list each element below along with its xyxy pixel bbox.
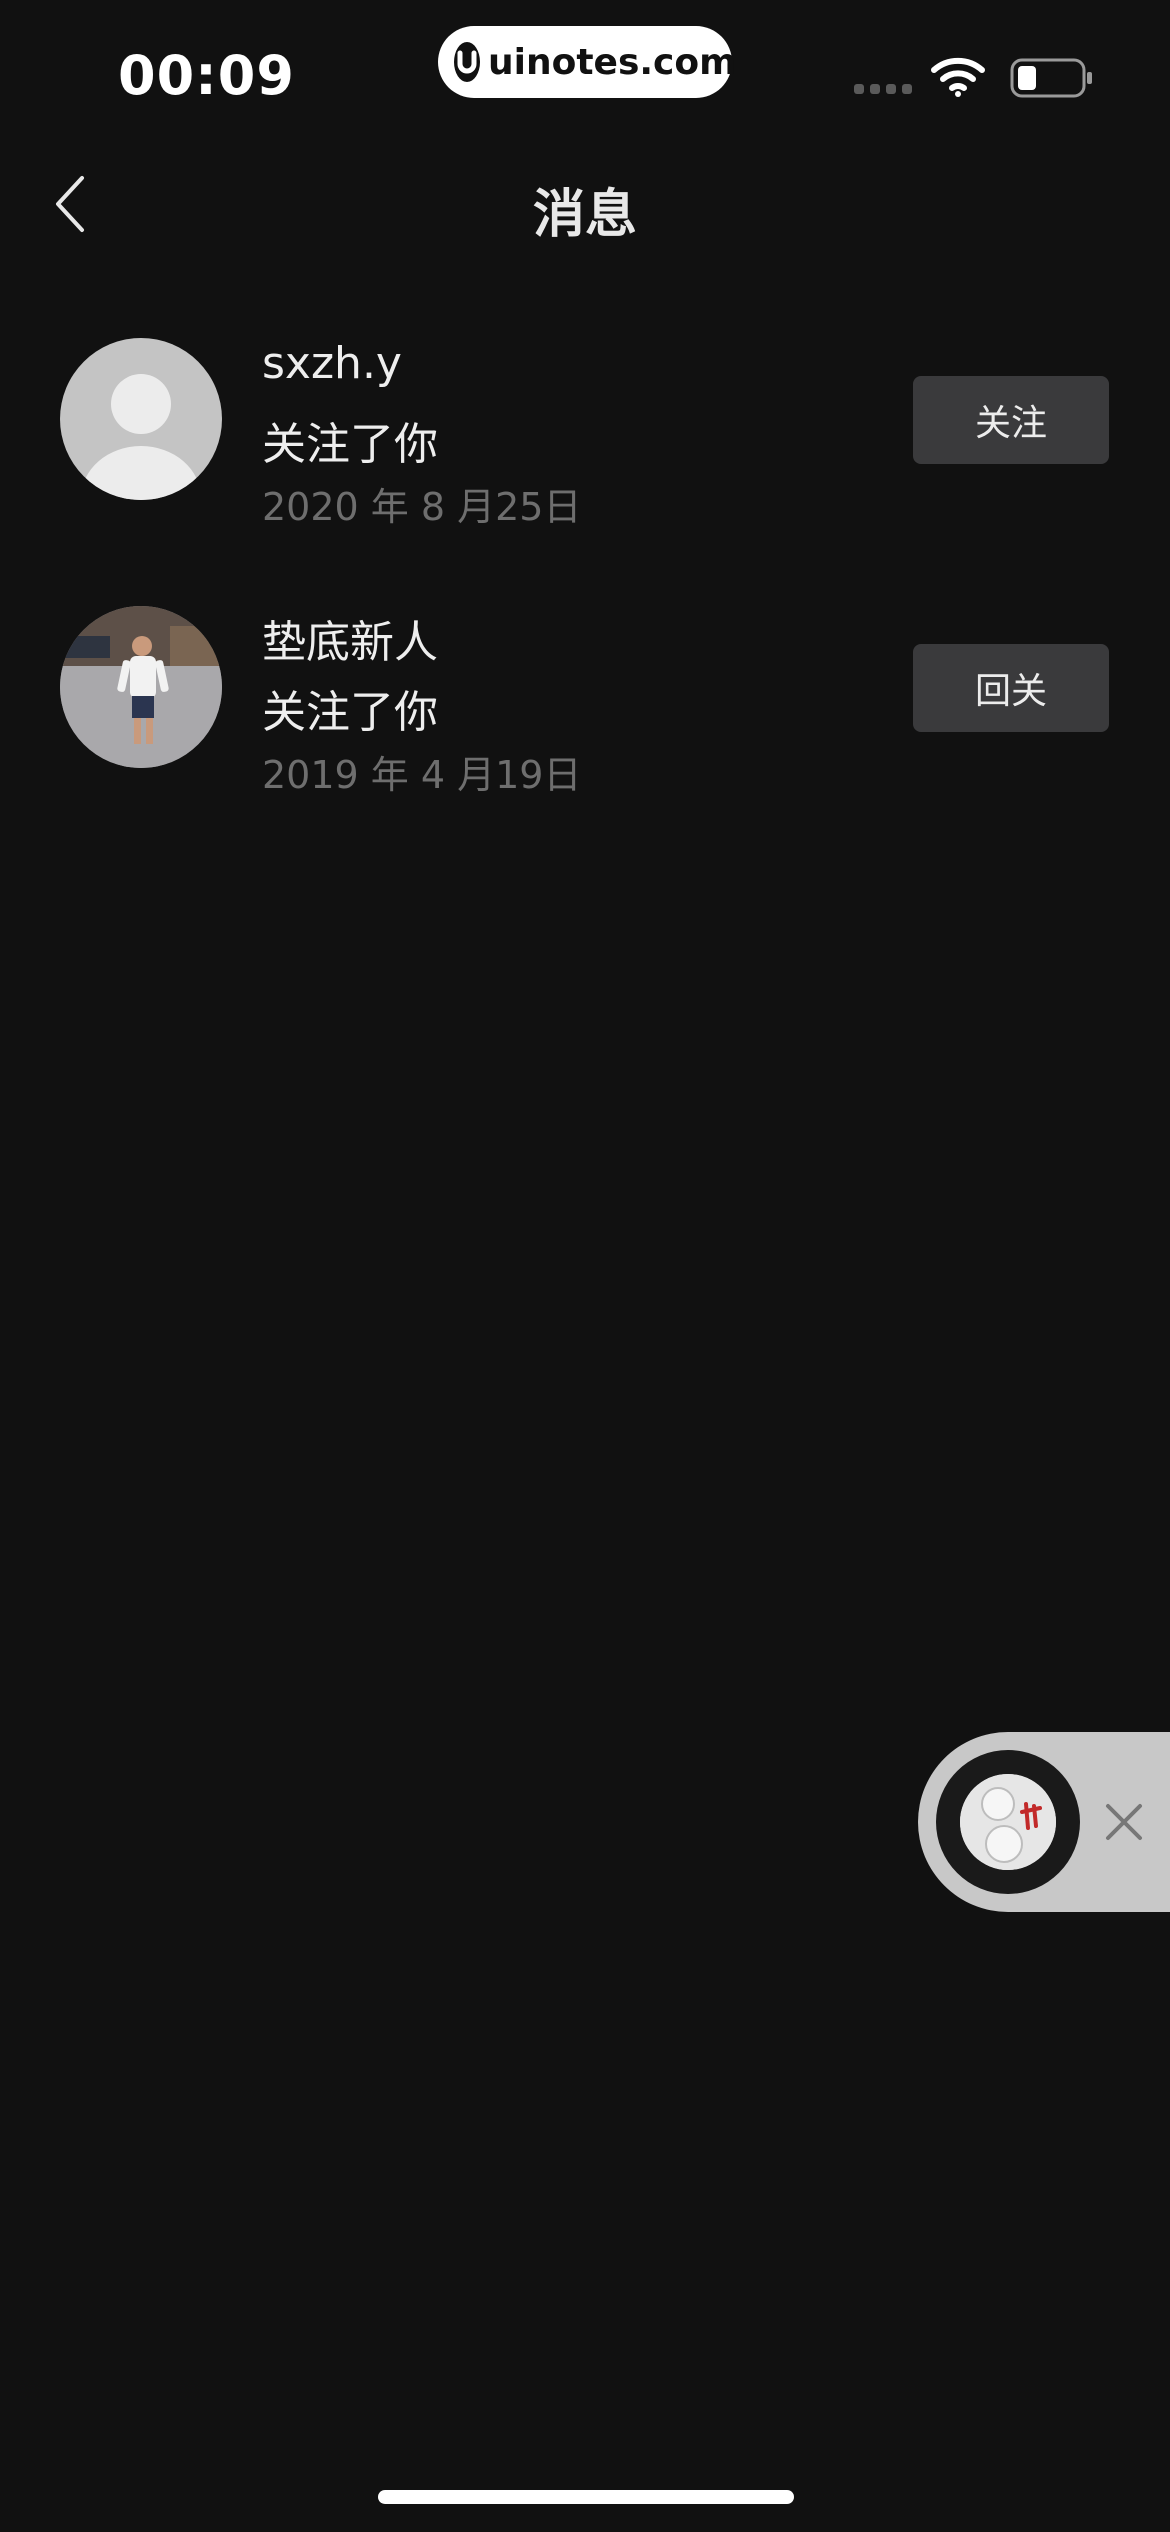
list-item[interactable]: sxzh.y 关注了你 2020 年 8 月25日 关注 xyxy=(0,338,1170,538)
floating-player[interactable] xyxy=(918,1732,1170,1912)
avatar[interactable] xyxy=(60,606,222,768)
notification-date: 2020 年 8 月25日 xyxy=(262,485,582,529)
follow-back-button[interactable]: 回关 xyxy=(913,644,1109,732)
avatar[interactable] xyxy=(60,338,222,500)
watermark-badge: uinotes.com xyxy=(438,26,737,98)
wifi-icon xyxy=(931,57,985,97)
watermark-logo-icon xyxy=(454,42,480,82)
home-indicator[interactable] xyxy=(378,2490,794,2504)
cellular-signal-icon xyxy=(854,84,912,94)
status-time: 00:09 xyxy=(118,44,295,107)
watermark-text: uinotes.com xyxy=(488,41,737,83)
user-name[interactable]: 垫底新人 xyxy=(262,606,438,670)
album-cover xyxy=(960,1774,1056,1870)
notification-date: 2019 年 4 月19日 xyxy=(262,753,582,797)
battery-icon xyxy=(1010,58,1092,98)
close-icon xyxy=(1106,1804,1142,1840)
follow-button[interactable]: 关注 xyxy=(913,376,1109,464)
list-item[interactable]: 垫底新人 关注了你 2019 年 4 月19日 回关 xyxy=(0,606,1170,806)
album-disc[interactable] xyxy=(936,1750,1080,1894)
user-name[interactable]: sxzh.y xyxy=(262,338,402,389)
page-title: 消息 xyxy=(532,185,637,245)
notification-message: 关注了你 xyxy=(262,419,438,470)
close-player-button[interactable] xyxy=(1102,1800,1146,1844)
notification-message: 关注了你 xyxy=(262,687,438,738)
